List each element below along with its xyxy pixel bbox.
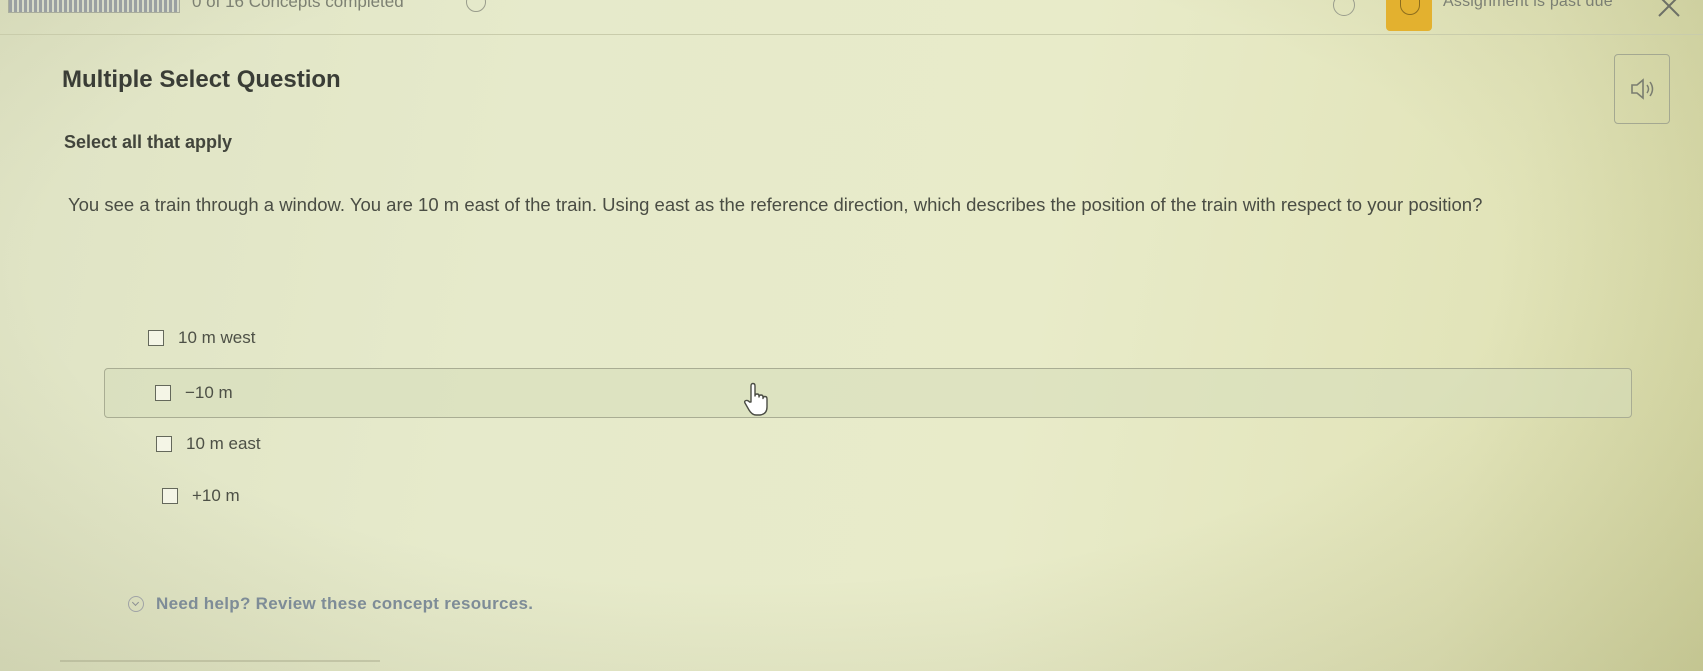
option-minus-10-m[interactable]: −10 m (104, 368, 1632, 418)
chevron-down-icon (128, 596, 144, 612)
question-type-title: Multiple Select Question (62, 66, 341, 93)
checkbox[interactable] (155, 385, 171, 401)
question-prompt: You see a train through a window. You ar… (68, 194, 1483, 215)
checkbox[interactable] (162, 488, 178, 504)
assignment-status: Assignment is past due (1443, 0, 1613, 10)
answer-options: 10 m west −10 m 10 m east +10 m (0, 0, 1703, 671)
concepts-completed-text: 0 of 16 Concepts completed (192, 0, 404, 11)
info-icon[interactable] (466, 0, 486, 12)
option-10-m-west[interactable]: 10 m west (148, 314, 448, 362)
checkbox[interactable] (156, 436, 172, 452)
read-aloud-button[interactable] (1614, 54, 1670, 124)
close-icon[interactable] (1655, 0, 1683, 20)
option-label: 10 m west (178, 328, 256, 347)
option-label: 10 m east (186, 434, 261, 453)
top-bar: 0 of 16 Concepts completed Assignment is… (0, 0, 1703, 35)
speaker-icon (1631, 78, 1654, 100)
help-resources-link[interactable]: Need help? Review these concept resource… (128, 594, 533, 614)
instruction-text: Select all that apply (64, 132, 233, 152)
check-circle-icon (1333, 0, 1355, 16)
option-label: −10 m (185, 383, 233, 402)
progress-segments-icon (8, 0, 180, 13)
option-label: +10 m (192, 486, 240, 505)
option-plus-10-m[interactable]: +10 m (162, 472, 462, 520)
divider (60, 660, 380, 662)
warning-icon (1386, 0, 1432, 31)
help-text: Need help? Review these concept resource… (156, 594, 534, 613)
hand-pointer-icon (743, 382, 768, 416)
option-10-m-east[interactable]: 10 m east (156, 420, 456, 468)
checkbox[interactable] (148, 330, 164, 346)
